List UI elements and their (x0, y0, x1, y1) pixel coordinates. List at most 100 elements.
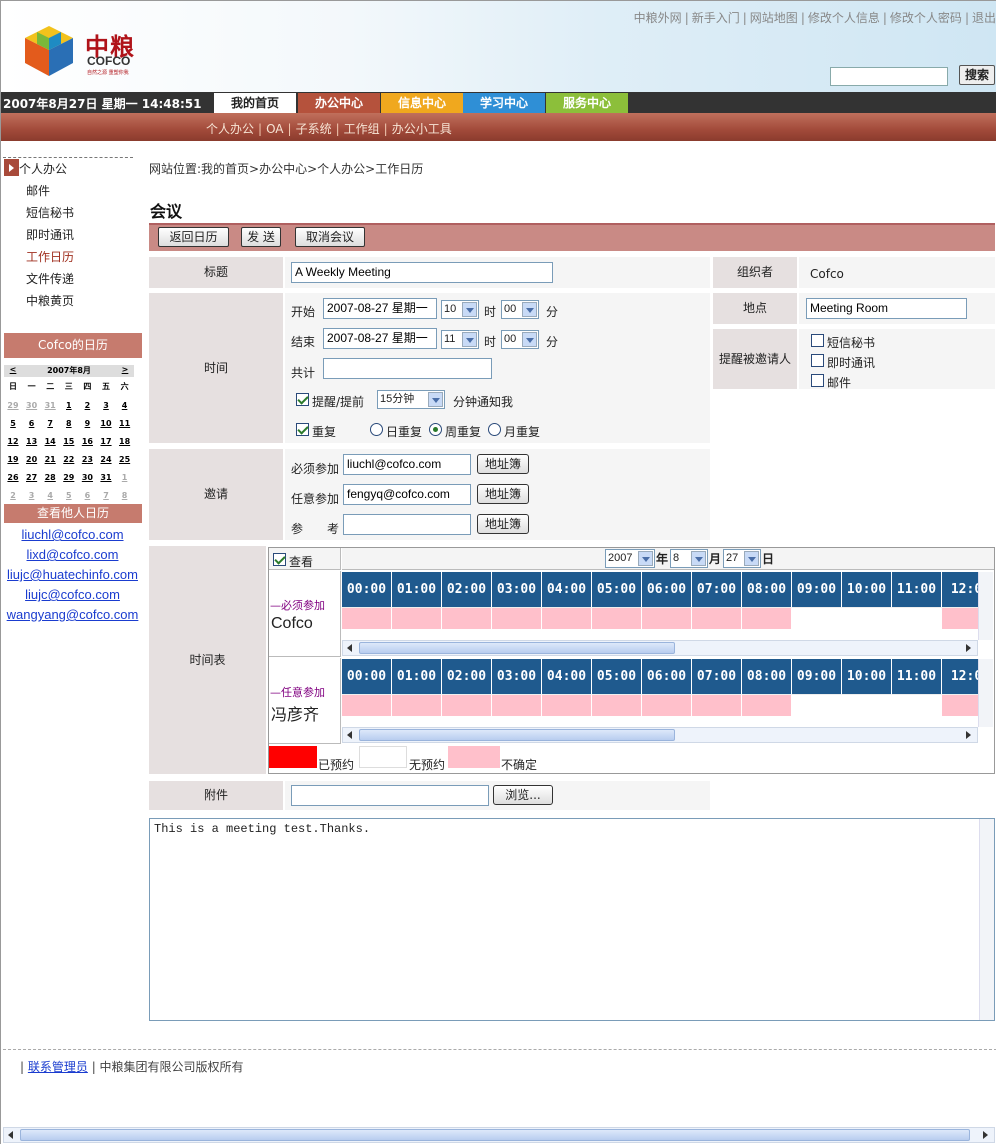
end-date-input[interactable]: 2007-08-27 星期一 (323, 328, 437, 349)
contact-admin-link[interactable]: 联系管理员 (28, 1060, 88, 1074)
scroll-right-icon[interactable] (978, 1129, 992, 1141)
calendar-day[interactable]: 3 (97, 401, 115, 410)
calendar-day[interactable]: 27 (23, 473, 41, 482)
calendar-day[interactable]: 14 (41, 437, 59, 446)
schedule-slot[interactable] (792, 694, 842, 716)
tab-learning[interactable]: 学习中心 (463, 93, 545, 113)
sidebar-section-personal[interactable]: 个人办公 (19, 160, 67, 177)
schedule-slot[interactable] (792, 607, 842, 629)
scroll-left-icon[interactable] (343, 729, 357, 741)
sidebar-item-im[interactable]: 即时通讯 (26, 226, 74, 243)
calendar-day[interactable]: 1 (60, 401, 78, 410)
schedule-day-select[interactable]: 27 (723, 549, 761, 568)
calendar-day[interactable]: 19 (4, 455, 22, 464)
subnav-personal[interactable]: 个人办公 (206, 122, 254, 136)
schedule-slot[interactable] (442, 694, 492, 716)
other-calendar-link[interactable]: lixd@cofco.com (1, 547, 144, 562)
sidebar-item-calendar[interactable]: 工作日历 (26, 248, 74, 265)
calendar-day[interactable]: 4 (116, 401, 134, 410)
top-link-external[interactable]: 中粮外网 (634, 11, 682, 25)
schedule-slot[interactable] (492, 607, 542, 629)
calendar-day[interactable]: 29 (4, 401, 22, 410)
notes-textarea[interactable]: This is a meeting test.Thanks. (149, 818, 995, 1021)
schedule-slot[interactable] (942, 607, 979, 629)
calendar-day[interactable]: 7 (41, 419, 59, 428)
scroll-left-icon[interactable] (4, 1129, 18, 1141)
subject-input[interactable]: A Weekly Meeting (291, 262, 553, 283)
schedule-slot[interactable] (492, 694, 542, 716)
calendar-day[interactable]: 11 (116, 419, 134, 428)
schedule-slot[interactable] (742, 694, 792, 716)
cancel-meeting-button[interactable]: 取消会议 (295, 227, 365, 247)
calendar-day[interactable]: 18 (116, 437, 134, 446)
calendar-day[interactable]: 10 (97, 419, 115, 428)
calendar-day[interactable]: 23 (78, 455, 96, 464)
scroll-right-icon[interactable] (961, 642, 975, 654)
search-button[interactable]: 搜索 (959, 65, 995, 85)
calendar-day[interactable]: 8 (60, 419, 78, 428)
calendar-day[interactable]: 16 (78, 437, 96, 446)
other-calendar-link[interactable]: liuchl@cofco.com (1, 527, 144, 542)
schedule-slot[interactable] (642, 694, 692, 716)
start-date-input[interactable]: 2007-08-27 星期一 (323, 298, 437, 319)
start-minute-select[interactable]: 00 (501, 300, 539, 319)
schedule-slot[interactable] (942, 694, 979, 716)
schedule-view-checkbox[interactable] (273, 553, 286, 566)
calendar-day[interactable]: 1 (116, 473, 134, 482)
scroll-thumb[interactable] (359, 729, 675, 741)
send-button[interactable]: 发 送 (241, 227, 281, 247)
calendar-day[interactable]: 21 (41, 455, 59, 464)
repeat-checkbox[interactable] (296, 423, 309, 436)
calendar-day[interactable]: 7 (97, 491, 115, 500)
other-calendar-link[interactable]: liujc@huatechinfo.com (1, 567, 144, 582)
schedule-slot[interactable] (342, 694, 392, 716)
top-link-sitemap[interactable]: 网站地图 (750, 11, 798, 25)
total-input[interactable] (323, 358, 492, 379)
calendar-day[interactable]: 31 (41, 401, 59, 410)
required-input[interactable]: liuchl@cofco.com (343, 454, 471, 475)
scroll-thumb[interactable] (20, 1129, 970, 1141)
schedule-slot[interactable] (842, 694, 892, 716)
schedule-slot[interactable] (342, 607, 392, 629)
calendar-day[interactable]: 30 (78, 473, 96, 482)
tab-home[interactable]: 我的首页 (214, 93, 296, 113)
remind-sms-checkbox[interactable] (811, 334, 824, 347)
sidebar-item-yellowpages[interactable]: 中粮黄页 (26, 292, 74, 309)
subnav-tools[interactable]: 办公小工具 (392, 122, 452, 136)
address-book-button[interactable]: 地址簿 (477, 484, 529, 504)
calendar-day[interactable]: 5 (60, 491, 78, 500)
tab-service[interactable]: 服务中心 (546, 93, 628, 113)
calendar-day[interactable]: 25 (116, 455, 134, 464)
back-to-calendar-button[interactable]: 返回日历 (158, 227, 229, 247)
calendar-day[interactable]: 2 (78, 401, 96, 410)
location-input[interactable]: Meeting Room (806, 298, 967, 319)
scroll-right-icon[interactable] (961, 729, 975, 741)
calendar-day[interactable]: 4 (41, 491, 59, 500)
calendar-day[interactable]: 2 (4, 491, 22, 500)
repeat-monthly-radio[interactable] (488, 423, 501, 436)
top-link-edit-info[interactable]: 修改个人信息 (808, 11, 880, 25)
schedule-slot[interactable] (642, 607, 692, 629)
calendar-day[interactable]: 29 (60, 473, 78, 482)
address-book-button[interactable]: 地址簿 (477, 514, 529, 534)
schedule-hscroll[interactable] (342, 640, 978, 656)
schedule-slot[interactable] (892, 607, 942, 629)
schedule-slot[interactable] (592, 607, 642, 629)
schedule-slot[interactable] (392, 694, 442, 716)
page-hscroll[interactable] (3, 1127, 995, 1143)
schedule-slot[interactable] (392, 607, 442, 629)
tab-office[interactable]: 办公中心 (298, 93, 380, 113)
remind-im-checkbox[interactable] (811, 354, 824, 367)
end-minute-select[interactable]: 00 (501, 330, 539, 349)
schedule-vscroll[interactable] (978, 659, 993, 727)
calendar-next-button[interactable]: > (116, 365, 134, 374)
schedule-slot[interactable] (692, 694, 742, 716)
notes-vscroll[interactable] (979, 819, 994, 1020)
schedule-slot[interactable] (692, 607, 742, 629)
calendar-day[interactable]: 17 (97, 437, 115, 446)
schedule-slot[interactable] (442, 607, 492, 629)
end-hour-select[interactable]: 11 (441, 330, 479, 349)
browse-button[interactable]: 浏览... (493, 785, 553, 805)
calendar-day[interactable]: 6 (23, 419, 41, 428)
schedule-vscroll[interactable] (978, 572, 993, 640)
